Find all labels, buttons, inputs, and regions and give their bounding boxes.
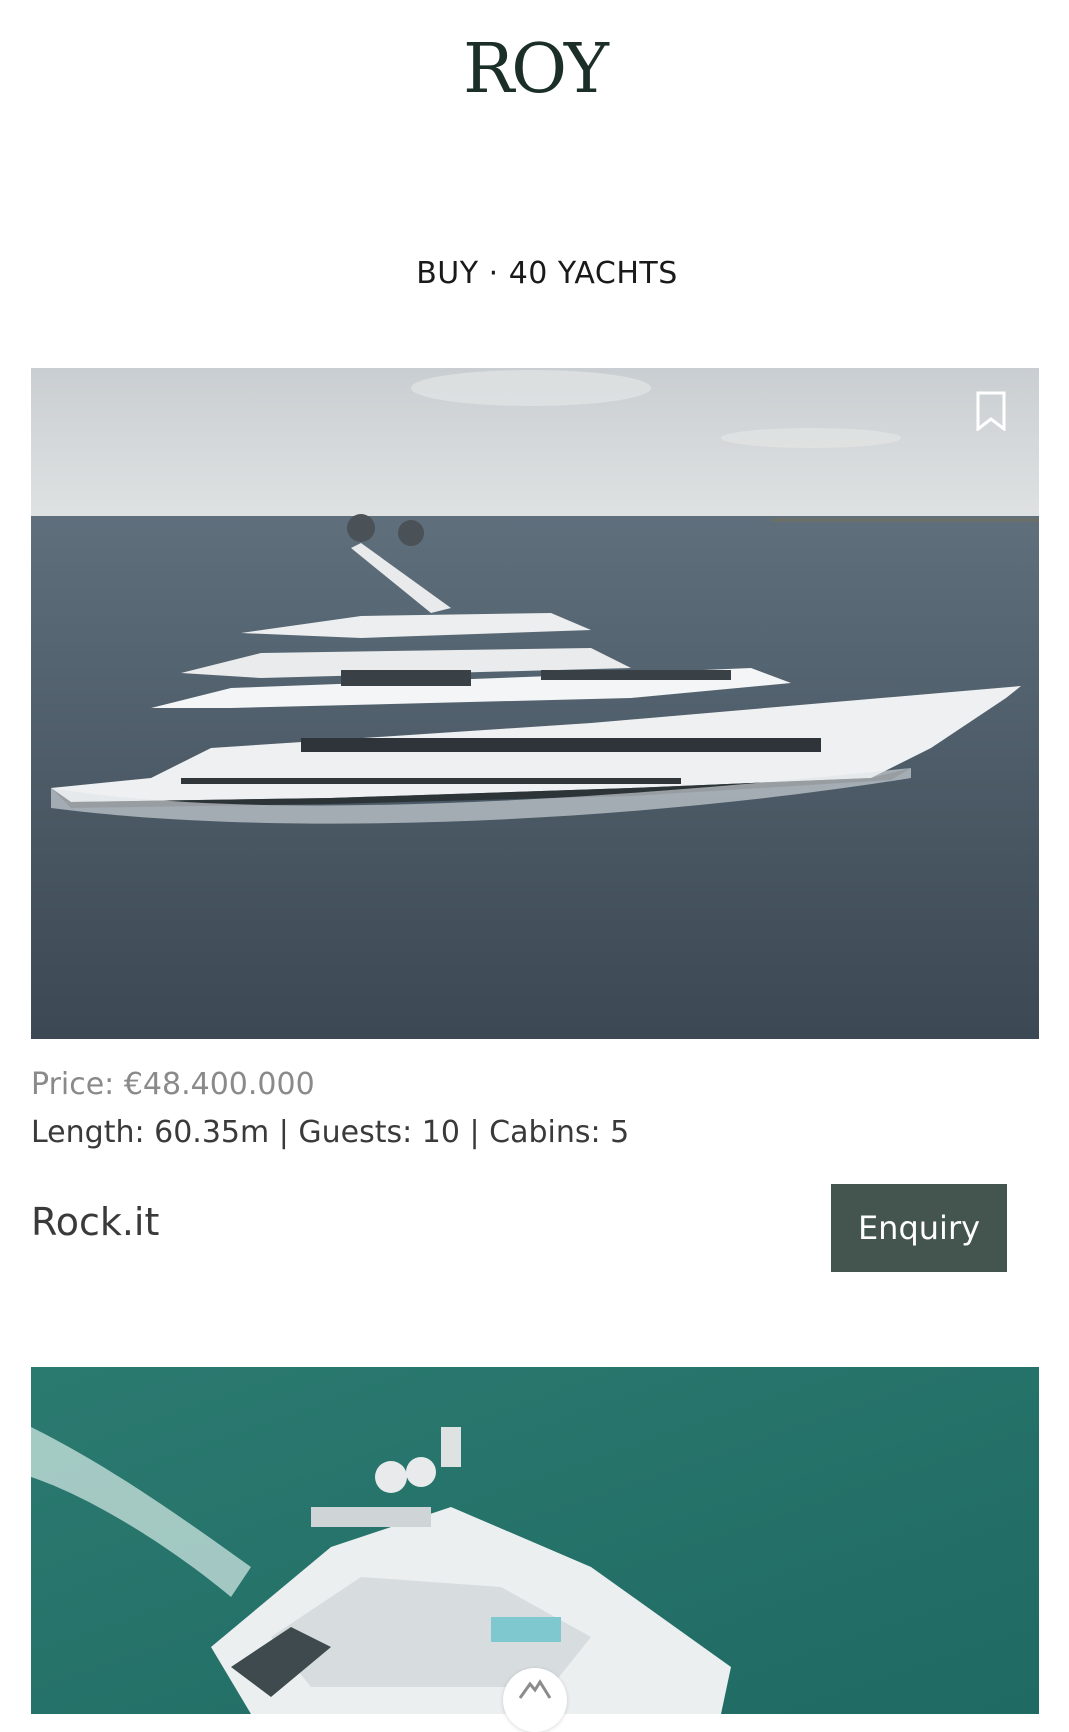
price-text: Price: €48.400.000: [31, 1067, 315, 1102]
site-logo[interactable]: ROY: [0, 36, 1069, 104]
specs-text: Length: 60.35m | Guests: 10 | Cabins: 5: [31, 1115, 630, 1150]
mountain-logo-icon: [518, 1678, 552, 1704]
yacht-name[interactable]: Rock.it: [31, 1200, 159, 1244]
floating-logo-button[interactable]: [503, 1668, 567, 1732]
enquiry-button[interactable]: Enquiry: [831, 1184, 1007, 1272]
listing-title: BUY · 40 YACHTS: [416, 256, 678, 291]
yacht-photo[interactable]: [31, 368, 1039, 1039]
yacht-photo-2[interactable]: [31, 1367, 1039, 1714]
bookmark-icon[interactable]: [976, 391, 1006, 433]
